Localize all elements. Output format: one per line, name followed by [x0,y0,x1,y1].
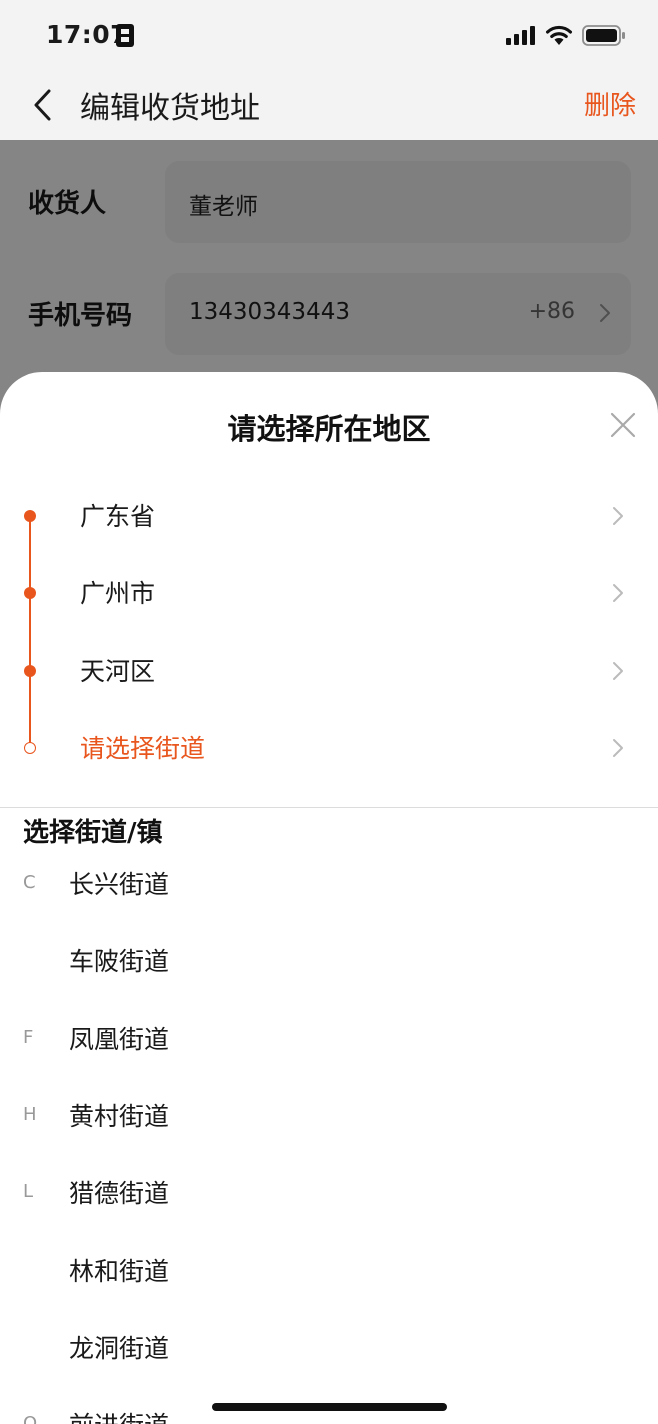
index-letter: L [23,1181,34,1202]
sheet-title: 请选择所在地区 [227,412,431,446]
step-dot [24,665,36,677]
region-step-city[interactable]: 广州市 [0,564,658,624]
street-name: 黄村街道 [69,1102,170,1131]
street-name: 龙洞街道 [69,1334,170,1363]
home-indicator[interactable] [212,1403,447,1411]
navigation-bar: 编辑收货地址 删除 [0,70,658,140]
list-item[interactable]: 车陂街道 [0,930,658,990]
street-name: 猎德街道 [69,1179,170,1208]
step-dot [24,587,36,599]
street-name: 长兴街道 [69,870,170,899]
street-name: 凤凰街道 [69,1025,170,1054]
list-item[interactable]: H 黄村街道 [0,1085,658,1145]
step-dot-pending [24,742,36,754]
region-step-province[interactable]: 广东省 [0,487,658,547]
close-icon[interactable] [610,412,636,438]
chevron-right-icon [613,584,623,602]
list-item[interactable]: 龙洞街道 [0,1317,658,1377]
region-picker-sheet: 请选择所在地区 广东省 广州市 天河区 请选择街道 选择街道/镇 C 长兴街道 … [0,372,658,1424]
index-letter: Q [23,1413,38,1424]
street-name: 车陂街道 [69,947,170,976]
section-title: 选择街道/镇 [23,818,163,848]
region-step-district[interactable]: 天河区 [0,642,658,702]
step-dot [24,510,36,522]
list-item[interactable]: C 长兴街道 [0,853,658,913]
chevron-left-icon[interactable] [28,85,58,125]
status-bar: 17:07 [0,0,658,70]
list-item[interactable]: L 猎德街道 [0,1162,658,1222]
cellular-signal-icon [506,26,535,45]
street-name: 林和街道 [69,1257,170,1286]
step-label-active: 请选择街道 [80,734,206,763]
index-letter: C [23,872,36,893]
page-title: 编辑收货地址 [80,91,260,126]
chevron-right-icon [613,739,623,757]
region-step-street[interactable]: 请选择街道 [0,719,658,779]
battery-icon [582,25,625,46]
step-label: 广东省 [80,502,156,531]
sim-card-icon [116,24,134,47]
chevron-right-icon [613,507,623,525]
wifi-icon [546,25,572,45]
divider [0,807,658,808]
delete-button[interactable]: 删除 [584,85,636,122]
index-letter: H [23,1104,37,1125]
chevron-right-icon [613,662,623,680]
street-name: 前进街道 [69,1406,169,1424]
list-item[interactable]: F 凤凰街道 [0,1008,658,1068]
list-item[interactable]: 林和街道 [0,1240,658,1300]
step-label: 广州市 [80,579,156,608]
step-label: 天河区 [80,657,156,686]
index-letter: F [23,1027,34,1048]
selection-timeline [29,516,31,748]
